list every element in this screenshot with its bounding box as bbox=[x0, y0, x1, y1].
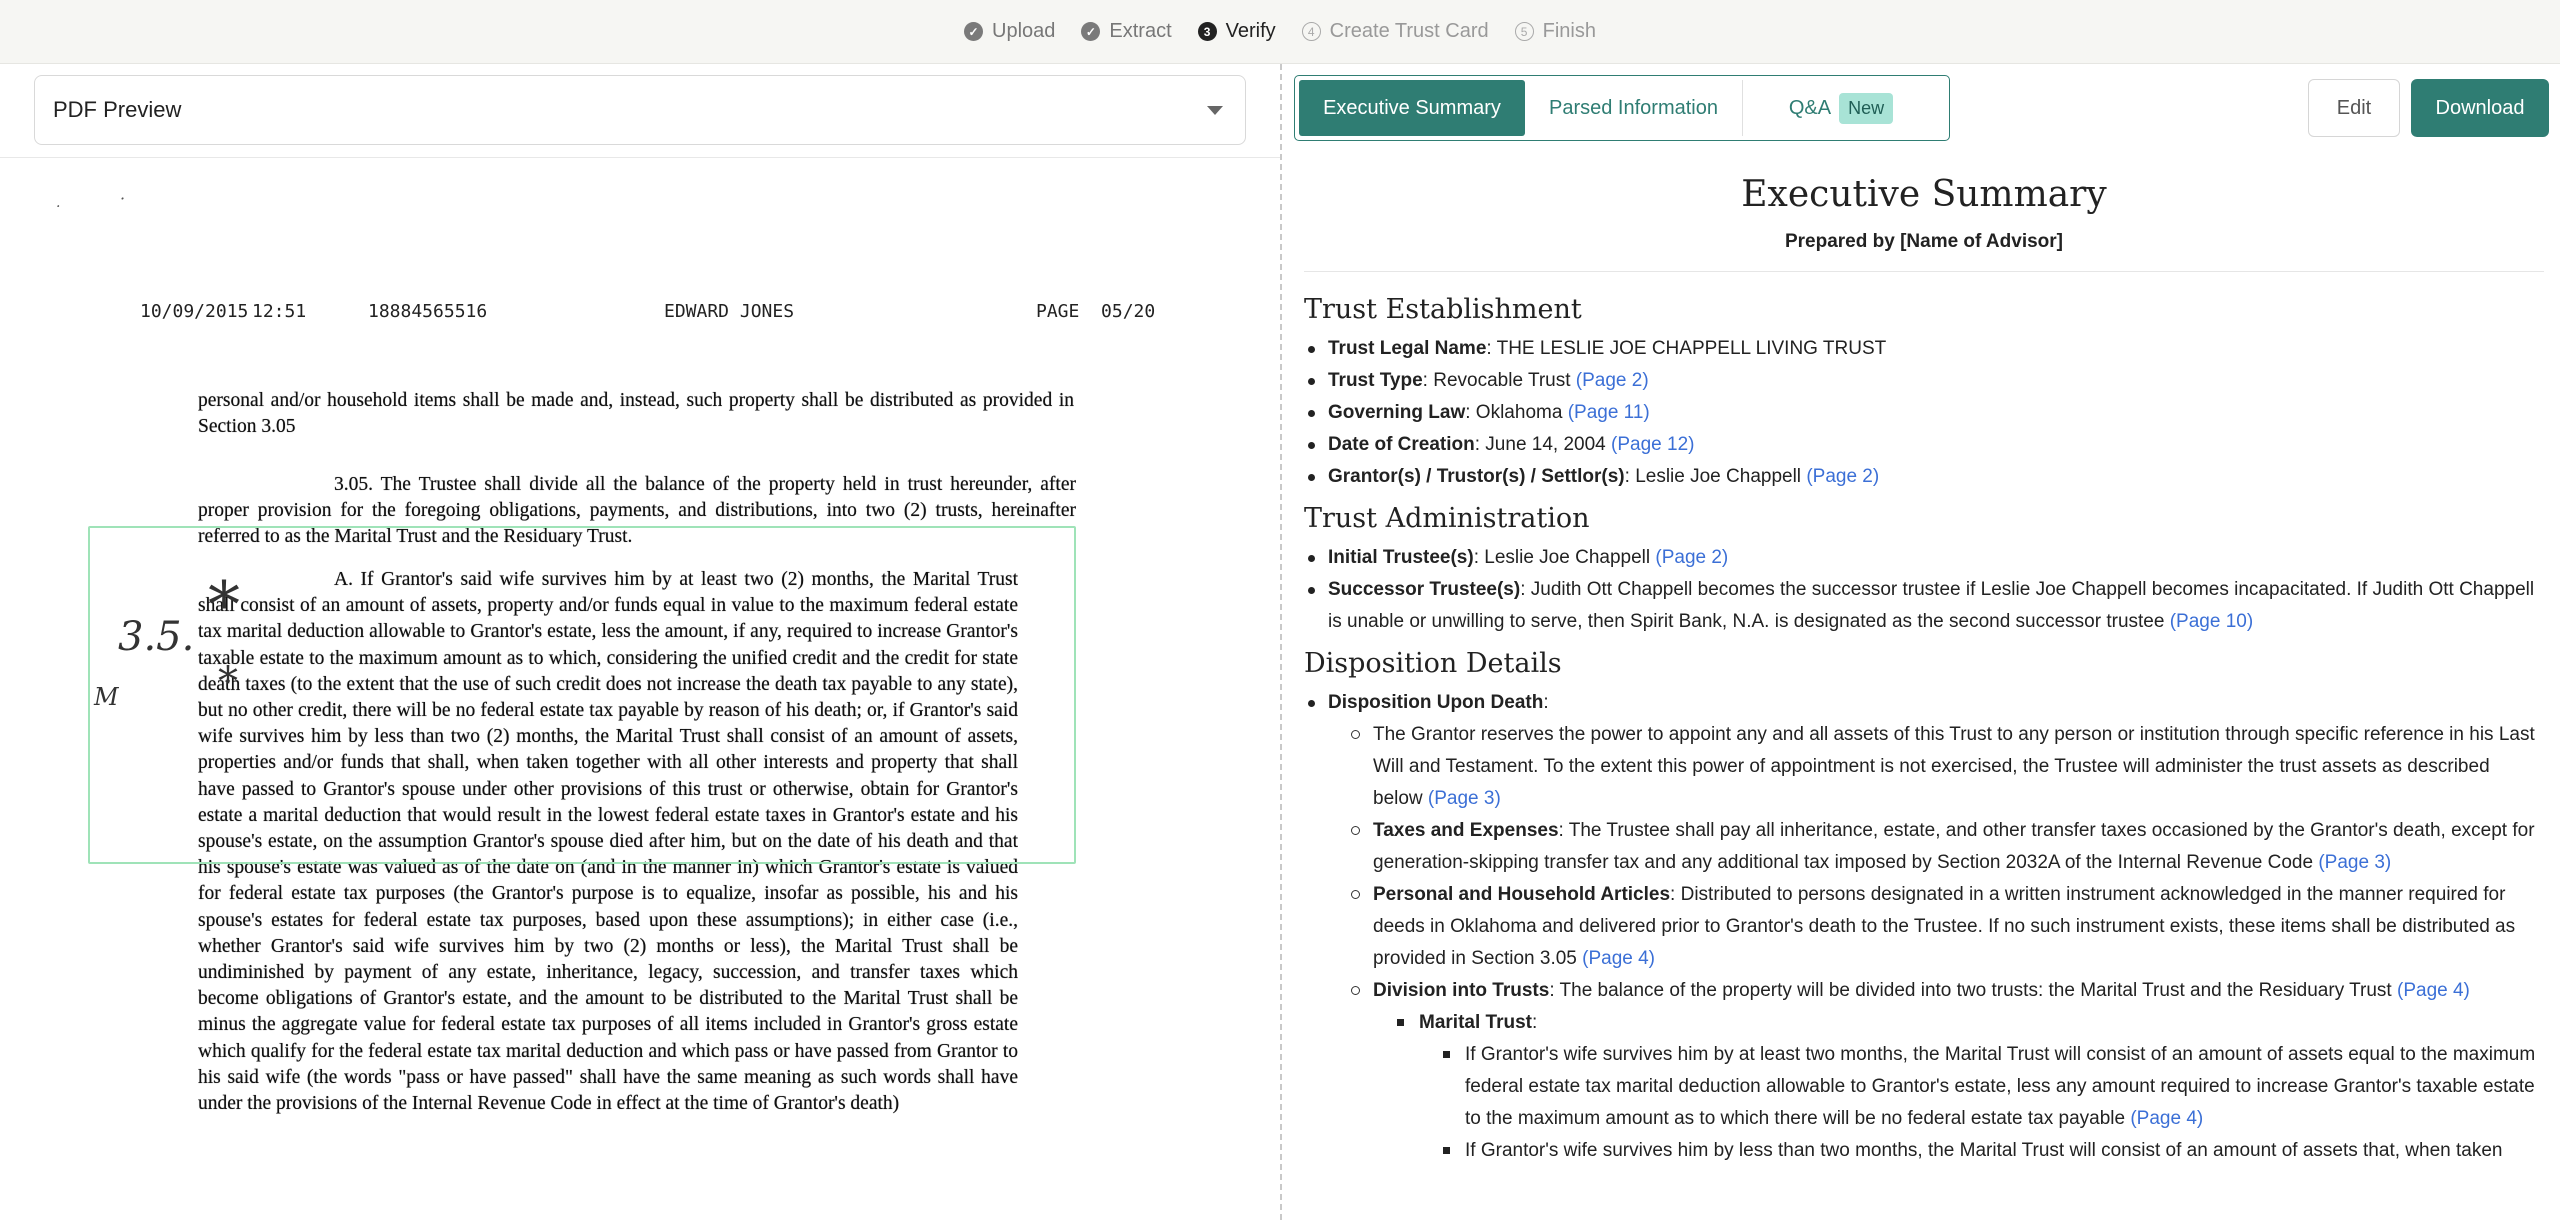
progress-stepper-bar: ✓ Upload ✓ Extract 3 Verify 4 Create Tru… bbox=[0, 0, 2560, 64]
section-heading-trust-administration: Trust Administration bbox=[1304, 503, 1590, 534]
list-item: Successor Trustee(s): Judith Ott Chappel… bbox=[1304, 574, 2544, 638]
step-number-icon: 5 bbox=[1514, 22, 1534, 41]
fax-sender: EDWARD JONES bbox=[664, 301, 795, 322]
page-link[interactable]: (Page 10) bbox=[2170, 611, 2253, 632]
pdf-page-view[interactable]: . · 10/09/2015 12:51 18884565516 EDWARD … bbox=[0, 159, 1280, 1220]
new-badge: New bbox=[1839, 92, 1894, 124]
check-icon: ✓ bbox=[964, 22, 983, 41]
page-link[interactable]: (Page 4) bbox=[1582, 948, 1655, 969]
prepared-by: Prepared by [Name of Advisor] bbox=[1784, 231, 2064, 252]
handwritten-section-note: 3.5. bbox=[118, 614, 195, 660]
step-label: Create Trust Card bbox=[1329, 20, 1489, 42]
division-sublist: Marital Trust: If Grantor's wife survive… bbox=[1373, 1007, 2544, 1167]
handwritten-asterisk: * bbox=[218, 659, 238, 705]
chevron-down-icon bbox=[1207, 106, 1223, 115]
handwritten-asterisk: * bbox=[208, 569, 240, 643]
list-item: If Grantor's wife survives him by at lea… bbox=[1441, 1039, 2544, 1135]
summary-tabs: Executive Summary Parsed Information Q&A… bbox=[1294, 75, 1950, 141]
edit-button[interactable]: Edit bbox=[2308, 79, 2400, 137]
divider bbox=[1304, 271, 2544, 272]
list-item: Taxes and Expenses: The Trustee shall pa… bbox=[1350, 815, 2544, 879]
pdf-preview-header: PDF Preview bbox=[0, 64, 1280, 158]
pdf-preview-dropdown[interactable]: PDF Preview bbox=[34, 75, 1246, 145]
trust-administration-list: Initial Trustee(s): Leslie Joe Chappell … bbox=[1304, 542, 2544, 638]
tab-qa-label: Q&A bbox=[1788, 96, 1832, 119]
page-link[interactable]: (Page 2) bbox=[1576, 370, 1649, 391]
step-finish[interactable]: 5 Finish bbox=[1514, 20, 1596, 43]
disposition-sublist: The Grantor reserves the power to appoin… bbox=[1328, 719, 2544, 1167]
executive-summary-document: Executive Summary Prepared by [Name of A… bbox=[1304, 174, 2544, 1167]
download-button[interactable]: Download bbox=[2411, 79, 2549, 137]
step-upload[interactable]: ✓ Upload bbox=[964, 20, 1055, 43]
section-heading-disposition-details: Disposition Details bbox=[1304, 648, 1562, 679]
step-extract[interactable]: ✓ Extract bbox=[1081, 20, 1172, 43]
list-item: Grantor(s) / Trustor(s) / Settlor(s): Le… bbox=[1304, 461, 2544, 493]
check-icon: ✓ bbox=[1081, 22, 1101, 41]
tab-qa[interactable]: Q&A New bbox=[1743, 80, 1939, 136]
page-link[interactable]: (Page 2) bbox=[1806, 466, 1879, 487]
list-item: Personal and Household Articles: Distrib… bbox=[1350, 879, 2544, 975]
tab-parsed-information[interactable]: Parsed Information bbox=[1525, 80, 1743, 136]
pdf-paragraph: personal and/or household items shall be… bbox=[198, 390, 1074, 438]
summary-title: Executive Summary bbox=[1741, 174, 2107, 215]
page-link[interactable]: (Page 2) bbox=[1655, 547, 1728, 568]
progress-steps: ✓ Upload ✓ Extract 3 Verify 4 Create Tru… bbox=[964, 20, 1596, 43]
step-verify[interactable]: 3 Verify bbox=[1197, 20, 1276, 43]
marital-sublist: If Grantor's wife survives him by at lea… bbox=[1419, 1039, 2544, 1167]
page-link[interactable]: (Page 3) bbox=[1428, 788, 1501, 809]
fax-date: 10/09/2015 bbox=[140, 301, 249, 322]
step-label: Finish bbox=[1542, 20, 1596, 42]
list-item: Marital Trust: If Grantor's wife survive… bbox=[1395, 1007, 2544, 1167]
tab-executive-summary[interactable]: Executive Summary bbox=[1299, 80, 1525, 136]
dropdown-selected-value: PDF Preview bbox=[53, 97, 182, 122]
fax-number: 18884565516 bbox=[368, 301, 488, 322]
pdf-preview-pane: PDF Preview . · 10/09/2015 12:51 1888456… bbox=[0, 64, 1280, 1220]
summary-pane: Executive Summary Parsed Information Q&A… bbox=[1282, 64, 2560, 1220]
list-item: The Grantor reserves the power to appoin… bbox=[1350, 719, 2544, 815]
page-link[interactable]: (Page 11) bbox=[1568, 402, 1650, 423]
step-number-icon: 3 bbox=[1197, 22, 1217, 41]
step-create-trust-card[interactable]: 4 Create Trust Card bbox=[1301, 20, 1489, 43]
list-item: Date of Creation: June 14, 2004 (Page 12… bbox=[1304, 429, 2544, 461]
list-item: Disposition Upon Death: The Grantor rese… bbox=[1304, 687, 2544, 1167]
page-link[interactable]: (Page 4) bbox=[2130, 1108, 2203, 1129]
scan-speck: . bbox=[56, 195, 61, 211]
handwritten-initials: M bbox=[94, 683, 119, 711]
step-number-icon: 4 bbox=[1301, 22, 1321, 41]
step-label: Extract bbox=[1109, 20, 1172, 42]
fax-time: 12:51 bbox=[252, 301, 307, 322]
page-link[interactable]: (Page 3) bbox=[2318, 852, 2391, 873]
list-item: Trust Type: Revocable Trust (Page 2) bbox=[1304, 365, 2544, 397]
section-heading-trust-establishment: Trust Establishment bbox=[1304, 294, 1582, 325]
list-item: Trust Legal Name: THE LESLIE JOE CHAPPEL… bbox=[1304, 333, 2544, 365]
page-link[interactable]: (Page 12) bbox=[1611, 434, 1694, 455]
list-item: Division into Trusts: The balance of the… bbox=[1350, 975, 2544, 1167]
list-item: If Grantor's wife survives him by less t… bbox=[1441, 1135, 2544, 1167]
list-item: Governing Law: Oklahoma (Page 11) bbox=[1304, 397, 2544, 429]
step-label: Verify bbox=[1225, 20, 1276, 42]
list-item: Initial Trustee(s): Leslie Joe Chappell … bbox=[1304, 542, 2544, 574]
page-link[interactable]: (Page 4) bbox=[2397, 980, 2470, 1001]
step-label: Upload bbox=[992, 20, 1056, 42]
fax-page: PAGE 05/20 bbox=[1036, 301, 1156, 322]
trust-establishment-list: Trust Legal Name: THE LESLIE JOE CHAPPEL… bbox=[1304, 333, 2544, 493]
scan-speck: · bbox=[120, 189, 126, 208]
disposition-list: Disposition Upon Death: The Grantor rese… bbox=[1304, 687, 2544, 1167]
